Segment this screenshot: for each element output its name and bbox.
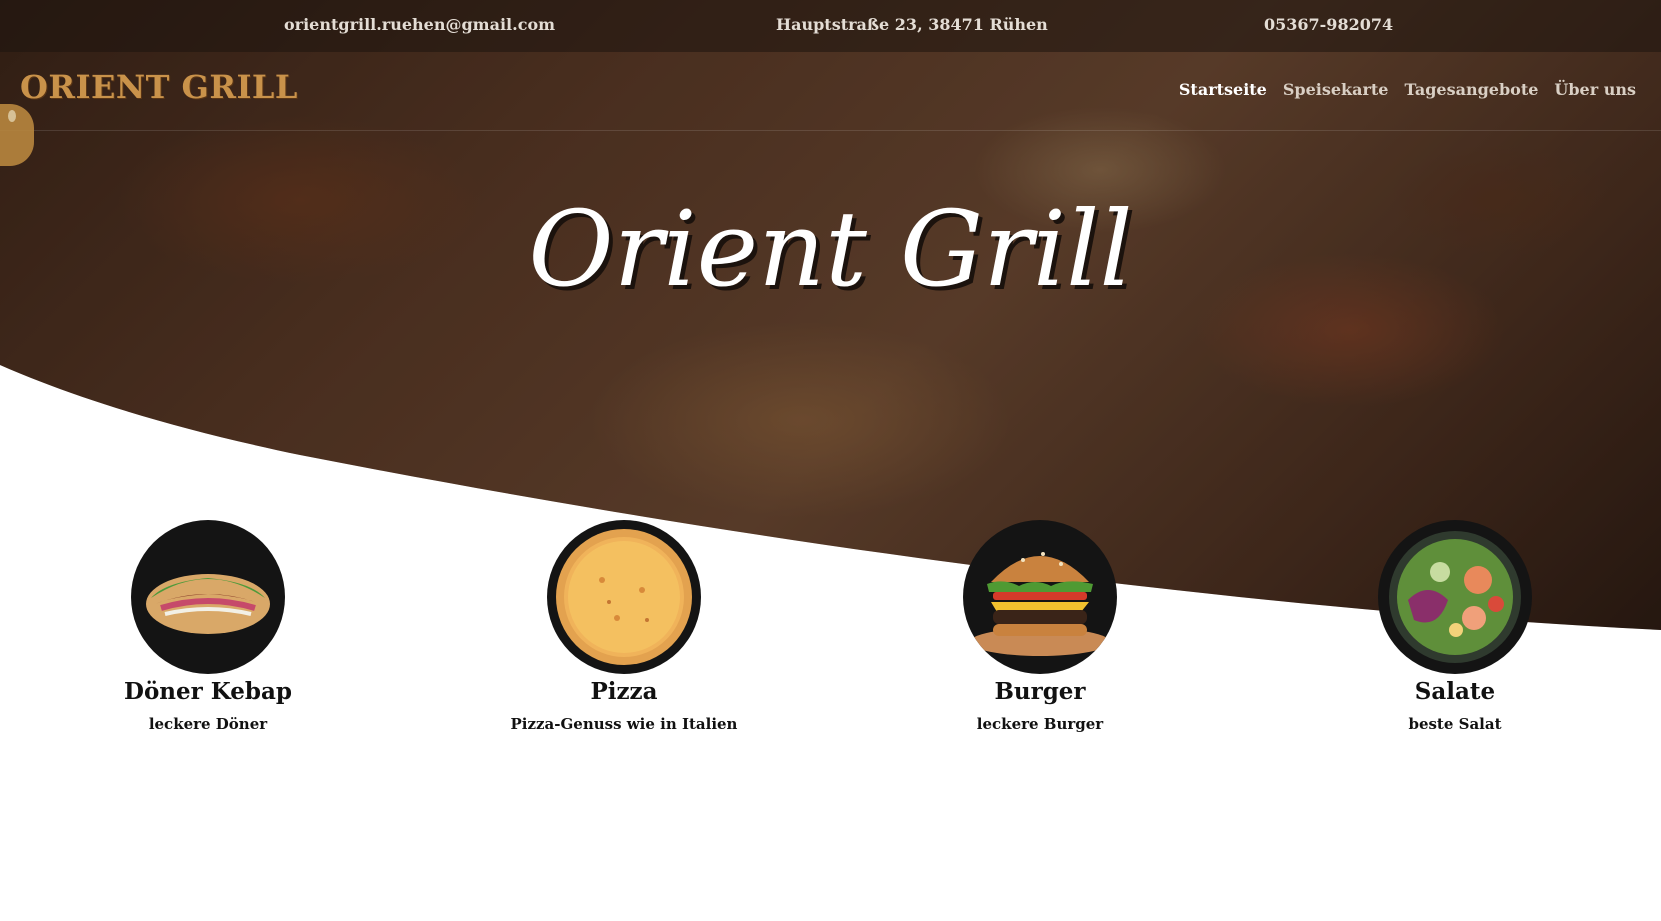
feature-pizza[interactable]: Pizza Pizza-Genuss wie in Italien: [494, 520, 754, 733]
doener-image: [131, 520, 285, 674]
feature-section: Döner Kebap leckere Döner Pizza Pizza-Ge…: [0, 520, 1661, 740]
pizza-image: [547, 520, 701, 674]
burger-image: [963, 520, 1117, 674]
nav-tagesangebote[interactable]: Tagesangebote: [1404, 80, 1538, 99]
contact-email[interactable]: orientgrill.ruehen@gmail.com: [284, 15, 555, 34]
contact-phone[interactable]: 05367-982074: [1264, 15, 1393, 34]
nav-startseite[interactable]: Startseite: [1179, 80, 1267, 99]
feature-title: Salate: [1414, 678, 1496, 705]
contact-address: Hauptstraße 23, 38471 Rühen: [776, 15, 1048, 34]
main-header: ORIENT GRILL Startseite Speisekarte Tage…: [0, 52, 1661, 166]
contact-bar: orientgrill.ruehen@gmail.com Hauptstraße…: [0, 0, 1661, 52]
feature-title: Burger: [994, 678, 1086, 705]
hero-title: Orient Grill: [528, 188, 1133, 310]
feature-subtitle: leckere Döner: [148, 715, 268, 733]
feature-burger[interactable]: Burger leckere Burger: [910, 520, 1170, 733]
feature-title: Pizza: [590, 678, 658, 705]
feature-doener[interactable]: Döner Kebap leckere Döner: [78, 520, 338, 733]
site-logo[interactable]: ORIENT GRILL: [20, 68, 298, 106]
feature-subtitle: Pizza-Genuss wie in Italien: [510, 715, 738, 733]
feature-subtitle: beste Salat: [1408, 715, 1502, 733]
main-nav: Startseite Speisekarte Tagesangebote Übe…: [1179, 80, 1636, 99]
salad-image: [1378, 520, 1532, 674]
feature-subtitle: leckere Burger: [976, 715, 1104, 733]
nav-ueber-uns[interactable]: Über uns: [1554, 80, 1636, 99]
nav-speisekarte[interactable]: Speisekarte: [1283, 80, 1389, 99]
feature-title: Döner Kebap: [124, 678, 292, 705]
feature-salate[interactable]: Salate beste Salat: [1325, 520, 1585, 733]
logo-emblem-icon: [0, 104, 34, 166]
